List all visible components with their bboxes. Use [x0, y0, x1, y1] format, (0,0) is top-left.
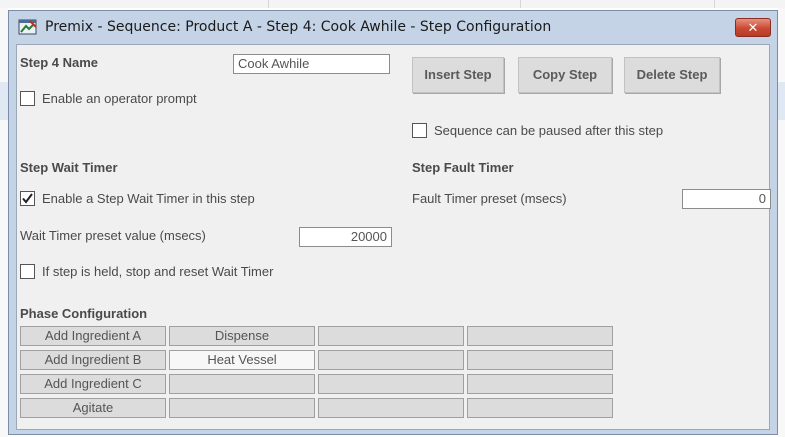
- wait-timer-preset-field[interactable]: 20000: [299, 227, 392, 247]
- phase-cell[interactable]: [169, 374, 315, 394]
- wait-timer-header: Step Wait Timer: [20, 160, 118, 175]
- background-window-strip: [0, 0, 785, 8]
- background-right-edge: [778, 8, 785, 437]
- app-icon: [18, 18, 38, 36]
- phase-cell[interactable]: Add Ingredient C: [20, 374, 166, 394]
- phase-configuration-header: Phase Configuration: [20, 306, 148, 321]
- close-icon: ✕: [747, 20, 759, 35]
- wait-timer-preset-label: Wait Timer preset value (msecs): [20, 228, 206, 243]
- hold-reset-label: If step is held, stop and reset Wait Tim…: [42, 264, 274, 279]
- phase-cell[interactable]: [467, 398, 613, 418]
- background-highlight-left: [0, 82, 8, 120]
- pausable-checkbox[interactable]: [412, 123, 427, 138]
- checkmark-icon: [22, 193, 33, 204]
- close-button[interactable]: ✕: [735, 18, 771, 37]
- pausable-label: Sequence can be paused after this step: [434, 123, 664, 138]
- wait-timer-enable-checkbox[interactable]: [20, 191, 35, 206]
- phase-cell[interactable]: [318, 374, 464, 394]
- phase-cell[interactable]: Add Ingredient A: [20, 326, 166, 346]
- operator-prompt-checkbox[interactable]: [20, 91, 35, 106]
- operator-prompt-label: Enable an operator prompt: [42, 91, 197, 106]
- phase-cell[interactable]: [467, 326, 613, 346]
- phase-cell[interactable]: Agitate: [20, 398, 166, 418]
- phase-cell-selected[interactable]: Heat Vessel: [169, 350, 315, 370]
- wait-timer-enable-label: Enable a Step Wait Timer in this step: [42, 191, 255, 206]
- step-configuration-dialog: Premix - Sequence: Product A - Step 4: C…: [8, 10, 778, 435]
- fault-timer-preset-label: Fault Timer preset (msecs): [412, 191, 567, 206]
- hold-reset-checkbox[interactable]: [20, 264, 35, 279]
- phase-cell[interactable]: Dispense: [169, 326, 315, 346]
- window-title: Premix - Sequence: Product A - Step 4: C…: [45, 19, 552, 35]
- step-name-field[interactable]: Cook Awhile: [233, 54, 390, 74]
- phase-cell[interactable]: Add Ingredient B: [20, 350, 166, 370]
- background-divider: [268, 0, 269, 8]
- background-left-edge: [0, 8, 8, 437]
- background-divider: [714, 0, 715, 8]
- step-name-label: Step 4 Name: [20, 55, 99, 70]
- phase-cell[interactable]: [467, 350, 613, 370]
- phase-cell[interactable]: [318, 398, 464, 418]
- background-highlight-right: [778, 82, 785, 120]
- copy-step-button[interactable]: Copy Step: [518, 57, 612, 93]
- phase-cell[interactable]: [169, 398, 315, 418]
- title-bar[interactable]: Premix - Sequence: Product A - Step 4: C…: [9, 11, 777, 43]
- delete-step-button[interactable]: Delete Step: [624, 57, 720, 93]
- background-divider: [520, 0, 521, 8]
- phase-cell[interactable]: [318, 350, 464, 370]
- phase-cell[interactable]: [467, 374, 613, 394]
- insert-step-button[interactable]: Insert Step: [412, 57, 504, 93]
- dialog-body: Step 4 Name Cook Awhile Enable an operat…: [16, 44, 771, 430]
- phase-cell[interactable]: [318, 326, 464, 346]
- fault-timer-header: Step Fault Timer: [412, 160, 514, 175]
- fault-timer-preset-field[interactable]: 0: [682, 189, 771, 209]
